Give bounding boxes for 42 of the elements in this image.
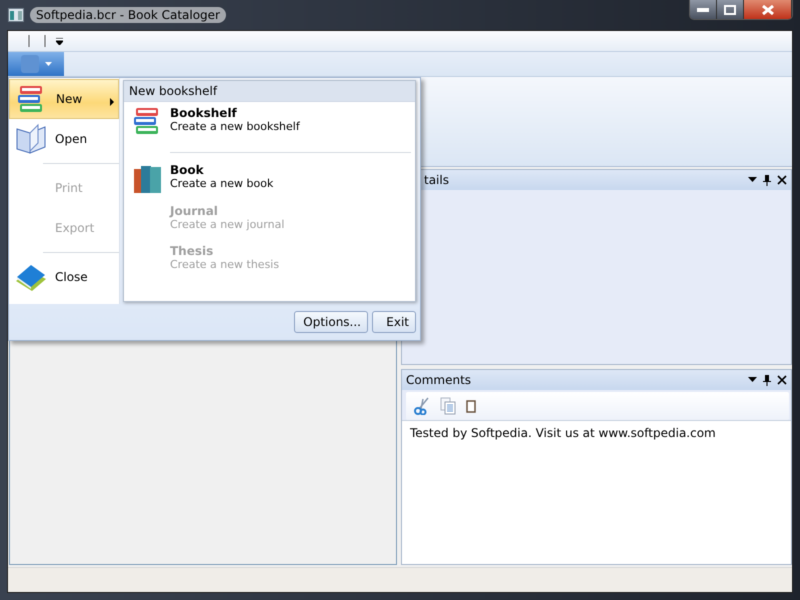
paste-icon[interactable] xyxy=(466,400,476,412)
menu-item[interactable]: Open xyxy=(9,119,119,159)
exit-button[interactable]: Exit xyxy=(372,311,416,333)
maximize-button[interactable] xyxy=(717,0,744,19)
customize-toolbar-icon[interactable] xyxy=(56,38,63,44)
cut-icon[interactable] xyxy=(414,397,430,415)
submenu-item-title: Journal xyxy=(170,204,219,218)
submenu-item[interactable]: Book Create a new book xyxy=(124,159,415,200)
menu-item[interactable]: Close xyxy=(9,257,119,297)
close-icon[interactable] xyxy=(777,375,787,385)
open-book-icon xyxy=(14,123,48,155)
submenu-item-description: Create a new thesis xyxy=(170,258,280,271)
options-button[interactable]: Options... xyxy=(294,311,368,333)
submenu-item-title: Thesis xyxy=(170,244,214,258)
pane-title: Comments xyxy=(406,373,472,387)
dropdown-icon[interactable] xyxy=(748,177,757,183)
submenu-arrow-icon xyxy=(110,98,114,106)
submenu-item-description: Create a new bookshelf xyxy=(170,120,300,133)
caret-icon xyxy=(44,62,52,66)
pane-title: tails xyxy=(423,173,450,187)
minimize-button[interactable] xyxy=(690,0,717,19)
comment-text: Tested by Softpedia. Visit us at www.softpedia.com xyxy=(402,420,791,564)
submenu-header: New bookshelf xyxy=(124,81,415,102)
books-upright-icon xyxy=(132,163,164,195)
submenu-item-title: Book xyxy=(170,163,205,177)
app-icon xyxy=(8,8,24,22)
close-icon xyxy=(762,4,774,14)
maximize-icon xyxy=(724,4,736,14)
pin-icon[interactable] xyxy=(763,174,771,186)
square-icon xyxy=(20,55,38,73)
copy-icon[interactable] xyxy=(440,397,456,415)
close-icon[interactable] xyxy=(777,175,787,185)
dropdown-icon[interactable] xyxy=(748,377,757,383)
close-button[interactable] xyxy=(744,0,792,19)
submenu-item-description: Create a new book xyxy=(170,177,274,190)
pin-icon[interactable] xyxy=(763,374,771,386)
menu-item[interactable]: New xyxy=(9,79,119,119)
submenu-item-title: Bookshelf xyxy=(170,106,238,120)
window-title: Softpedia.bcr - Book Cataloger xyxy=(30,7,226,23)
minimize-icon xyxy=(697,8,709,12)
submenu-item[interactable]: Bookshelf Create a new bookshelf xyxy=(124,102,415,153)
submenu-item-description: Create a new journal xyxy=(170,218,284,231)
